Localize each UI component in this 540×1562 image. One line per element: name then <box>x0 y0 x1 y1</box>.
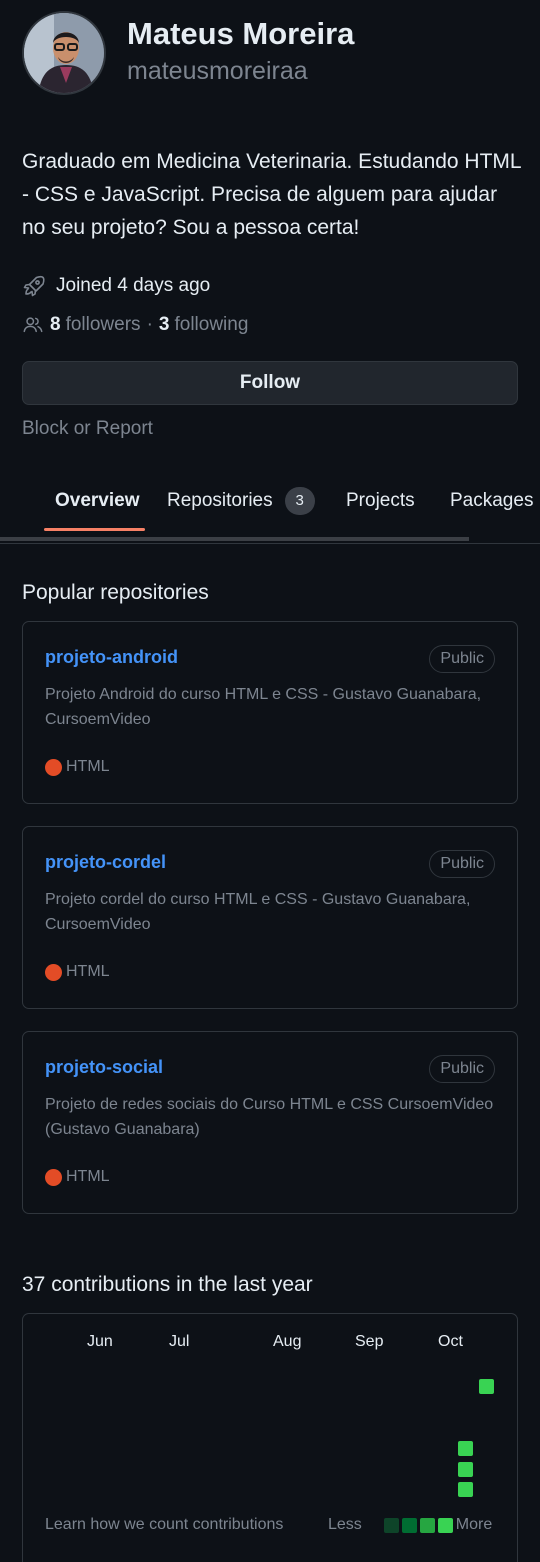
tab-projects[interactable]: Projects <box>346 486 415 516</box>
visibility-badge: Public <box>429 850 495 878</box>
popular-repositories-title: Popular repositories <box>22 581 209 604</box>
language-color-dot <box>45 1168 62 1186</box>
repo-language-label: HTML <box>66 758 110 775</box>
profile-name: Mateus Moreira <box>127 16 355 51</box>
month-label: Sep <box>355 1333 384 1350</box>
legend-less-label: Less <box>328 1516 362 1533</box>
repo-card: projeto-cordel Public Projeto cordel do … <box>22 826 518 1009</box>
following-count: 3 <box>158 314 170 335</box>
people-icon <box>23 317 43 333</box>
month-label: Jun <box>87 1333 113 1350</box>
repo-language: HTML <box>45 962 110 982</box>
profile-tabs: Overview Repositories 3 Projects Packages <box>0 470 540 544</box>
repo-description: Projeto Android do curso HTML e CSS - Gu… <box>45 686 482 728</box>
legend-swatch <box>383 1517 399 1533</box>
followers-link[interactable]: 8 followers <box>50 314 141 336</box>
visibility-badge: Public <box>429 1055 495 1083</box>
tab-overview[interactable]: Overview <box>55 486 140 516</box>
repo-language: HTML <box>45 1167 110 1187</box>
tab-repositories-label: Repositories <box>167 490 273 511</box>
joined-info: Joined 4 days ago <box>22 272 210 300</box>
rocket-icon <box>23 275 45 297</box>
month-label: Aug <box>273 1333 302 1350</box>
contribution-graph: Jun Jul Aug Sep Oct Learn how we count c… <box>22 1313 518 1562</box>
learn-contributions-link[interactable]: Learn how we count contributions <box>45 1516 283 1534</box>
contribution-day-cell[interactable] <box>458 1441 473 1456</box>
contribution-legend: Less More <box>328 1514 492 1536</box>
following-link[interactable]: 3 following <box>159 314 249 336</box>
tab-packages-label: Packages <box>450 490 534 511</box>
repo-name-link[interactable]: projeto-cordel <box>45 852 166 873</box>
month-label: Oct <box>438 1333 463 1350</box>
contribution-day-cell[interactable] <box>458 1462 473 1477</box>
repositories-counter: 3 <box>284 487 315 515</box>
repo-card: projeto-social Public Projeto de redes s… <box>22 1031 518 1214</box>
tab-repositories[interactable]: Repositories 3 <box>167 486 315 516</box>
month-label: Jul <box>169 1333 190 1350</box>
repo-language: HTML <box>45 757 110 777</box>
visibility-badge: Public <box>429 645 495 673</box>
tab-packages[interactable]: Packages <box>450 486 533 516</box>
tab-projects-label: Projects <box>346 490 415 511</box>
repo-description: Projeto de redes sociais do Curso HTML e… <box>45 1096 494 1138</box>
following-label: following <box>174 314 249 335</box>
active-tab-indicator <box>44 528 145 531</box>
legend-swatch <box>419 1517 435 1533</box>
legend-more-label: More <box>455 1516 493 1533</box>
profile-bio: Graduado em Medicina Veterinaria. Estuda… <box>22 150 521 239</box>
profile-login: mateusmoreiraa <box>127 57 308 85</box>
follow-stats: 8 followers · 3 following <box>22 311 248 339</box>
block-or-report-link[interactable]: Block or Report <box>22 418 153 440</box>
avatar[interactable] <box>22 11 106 95</box>
repo-name-link[interactable]: projeto-android <box>45 647 178 668</box>
tab-overview-label: Overview <box>55 490 140 511</box>
contribution-day-cell[interactable] <box>458 1482 473 1497</box>
repo-card: projeto-android Public Projeto Android d… <box>22 621 518 804</box>
contributions-title: 37 contributions in the last year <box>22 1273 313 1296</box>
follow-button[interactable]: Follow <box>22 361 518 405</box>
tabs-scrollbar[interactable] <box>0 537 469 541</box>
language-color-dot <box>45 758 62 776</box>
repo-language-label: HTML <box>66 963 110 980</box>
legend-swatch <box>437 1517 453 1533</box>
repo-name-link[interactable]: projeto-social <box>45 1057 163 1078</box>
followers-count: 8 <box>50 314 61 335</box>
avatar-photo-icon <box>24 13 104 93</box>
followers-label: followers <box>65 314 141 335</box>
stats-separator: · <box>146 314 153 335</box>
language-color-dot <box>45 963 62 981</box>
contribution-day-cell[interactable] <box>479 1379 494 1394</box>
repo-language-label: HTML <box>66 1168 110 1185</box>
repo-description: Projeto cordel do curso HTML e CSS - Gus… <box>45 891 471 933</box>
joined-text: Joined 4 days ago <box>56 275 211 296</box>
legend-swatch <box>401 1517 417 1533</box>
